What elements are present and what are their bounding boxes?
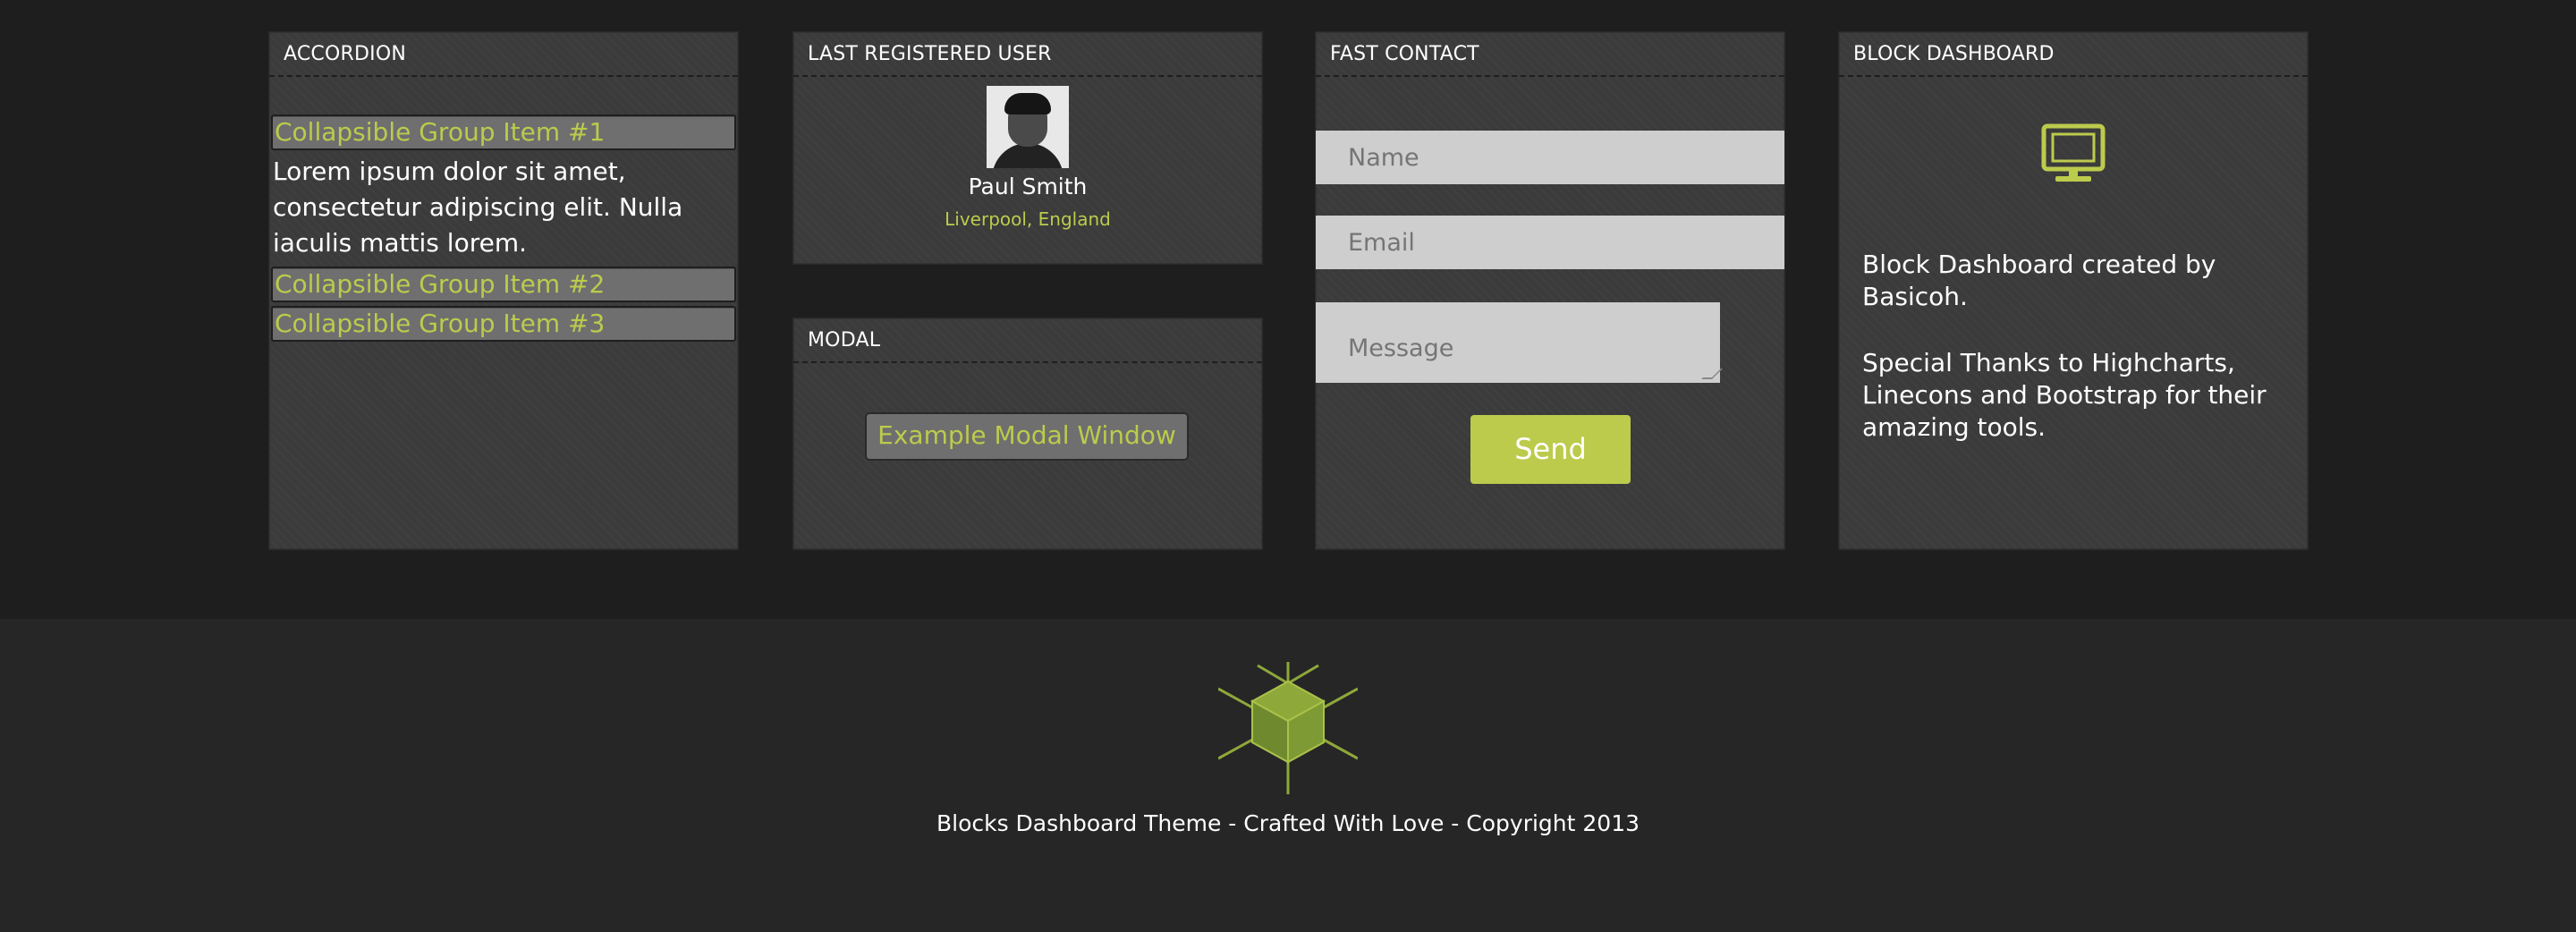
footer-logo-wrap [1217, 662, 1359, 798]
user-card: Paul Smith Liverpool, England [793, 77, 1262, 230]
email-field[interactable] [1316, 216, 1784, 269]
modal-panel-title: MODAL [793, 318, 1262, 363]
accordion-item-2[interactable]: Collapsible Group Item #2 [271, 267, 736, 302]
credits-line: Block Dashboard created by Basicoh. [1862, 250, 2216, 311]
avatar[interactable] [987, 86, 1069, 168]
name-field[interactable] [1316, 131, 1784, 184]
monitor-icon-wrap [1839, 77, 2308, 188]
cube-logo-icon [1217, 662, 1359, 794]
monitor-icon [2041, 123, 2106, 182]
last-registered-user-panel: LAST REGISTERED USER Paul Smith Liverpoo… [792, 31, 1263, 265]
block-dashboard-text: Block Dashboard created by Basicoh. Spec… [1839, 249, 2308, 444]
message-field[interactable] [1316, 302, 1720, 383]
accordion-item-1[interactable]: Collapsible Group Item #1 [271, 114, 736, 150]
last-user-panel-title: LAST REGISTERED USER [793, 32, 1262, 77]
modal-panel: MODAL Example Modal Window [792, 318, 1263, 550]
content-area: ACCORDION Collapsible Group Item #1 Lore… [0, 0, 2576, 619]
user-location: Liverpool, England [945, 208, 1111, 230]
accordion-item-3[interactable]: Collapsible Group Item #3 [271, 306, 736, 342]
example-modal-button[interactable]: Example Modal Window [865, 412, 1189, 461]
block-dashboard-panel-title: BLOCK DASHBOARD [1839, 32, 2308, 77]
fast-contact-panel-title: FAST CONTACT [1316, 32, 1784, 77]
footer-copyright: Blocks Dashboard Theme - Crafted With Lo… [936, 810, 1640, 836]
accordion-item-1-body: Lorem ipsum dolor sit amet, consectetur … [273, 157, 683, 258]
block-dashboard-panel: BLOCK DASHBOARD Block Dashboard created … [1838, 31, 2309, 550]
send-button[interactable]: Send [1470, 415, 1631, 484]
footer: Blocks Dashboard Theme - Crafted With Lo… [0, 619, 2576, 932]
accordion-panel-title: ACCORDION [269, 32, 738, 77]
fast-contact-panel: FAST CONTACT Send [1315, 31, 1785, 550]
thanks-line: Special Thanks to Highcharts, Linecons a… [1862, 348, 2267, 442]
user-name: Paul Smith [968, 174, 1088, 199]
accordion: Collapsible Group Item #1 Lorem ipsum do… [269, 114, 738, 342]
accordion-panel: ACCORDION Collapsible Group Item #1 Lore… [268, 31, 739, 550]
